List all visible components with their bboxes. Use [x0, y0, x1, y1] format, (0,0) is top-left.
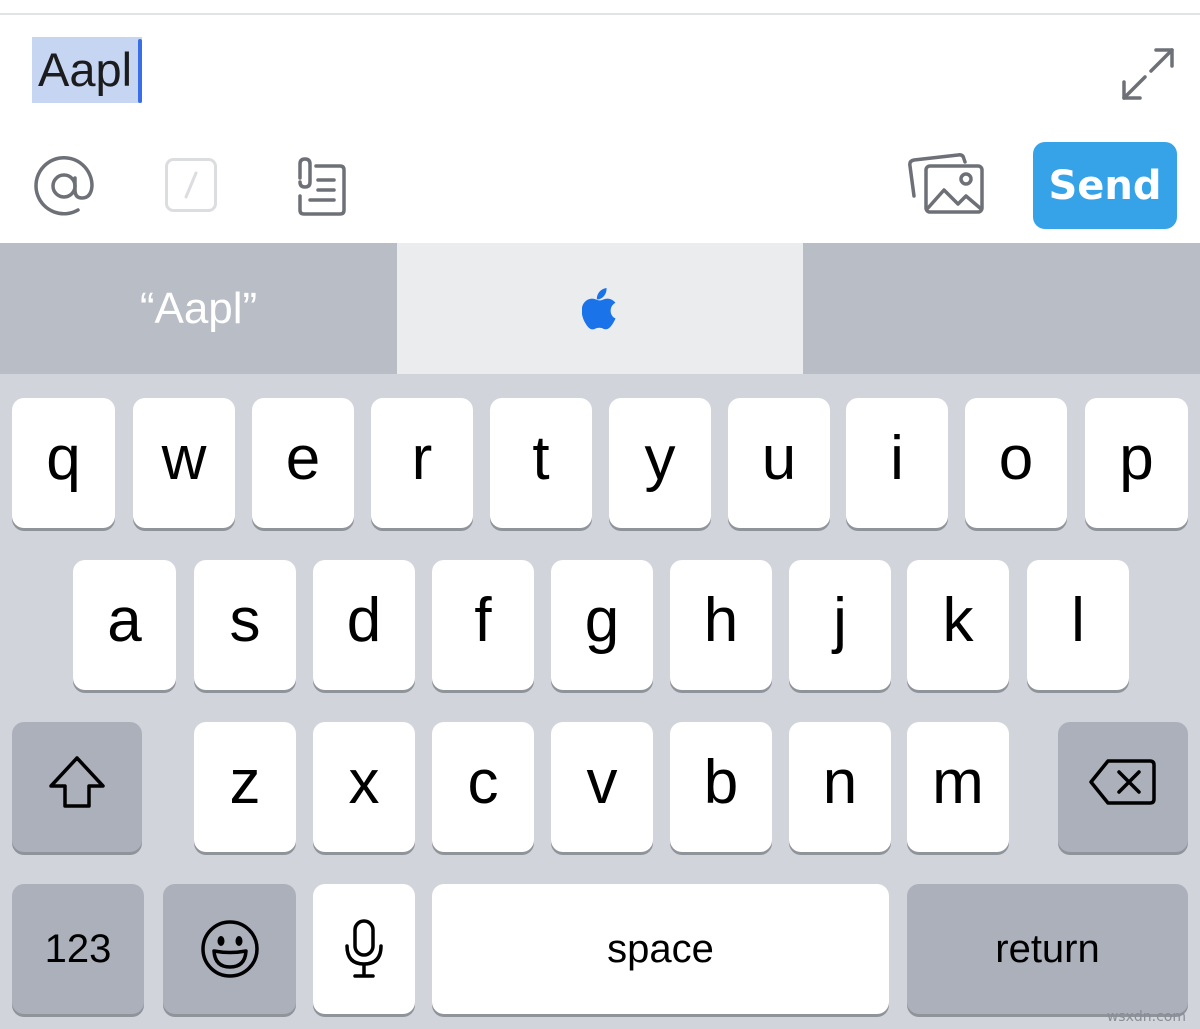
photo-icon	[908, 153, 984, 214]
key-w[interactable]: w	[133, 398, 235, 528]
attach-file-button[interactable]	[288, 156, 348, 218]
key-t[interactable]: t	[490, 398, 592, 528]
shift-key[interactable]	[12, 722, 142, 852]
shortcuts-button[interactable]	[165, 158, 217, 212]
mention-button[interactable]	[30, 152, 98, 220]
key-p[interactable]: p	[1085, 398, 1188, 528]
key-v[interactable]: v	[551, 722, 653, 852]
expand-button[interactable]	[1118, 44, 1178, 104]
key-e[interactable]: e	[252, 398, 354, 528]
dictation-key[interactable]	[313, 884, 415, 1014]
slash-icon	[165, 158, 217, 212]
key-o[interactable]: o	[965, 398, 1067, 528]
return-key[interactable]: return	[907, 884, 1188, 1014]
key-c[interactable]: c	[432, 722, 534, 852]
key-l[interactable]: l	[1027, 560, 1129, 690]
key-d[interactable]: d	[313, 560, 415, 690]
microphone-icon	[345, 919, 383, 978]
key-z[interactable]: z	[194, 722, 296, 852]
key-b[interactable]: b	[670, 722, 772, 852]
files-icon	[298, 157, 346, 216]
key-x[interactable]: x	[313, 722, 415, 852]
send-button[interactable]: Send	[1033, 142, 1177, 229]
selected-text: Aapl	[32, 37, 143, 103]
apple-logo-icon	[582, 287, 616, 329]
message-input[interactable]: Aapl	[24, 36, 150, 104]
key-k[interactable]: k	[907, 560, 1009, 690]
emoji-icon	[200, 920, 259, 978]
key-m[interactable]: m	[907, 722, 1009, 852]
key-j[interactable]: j	[789, 560, 891, 690]
key-f[interactable]: f	[432, 560, 534, 690]
backspace-icon	[1089, 759, 1156, 805]
key-u[interactable]: u	[728, 398, 830, 528]
numbers-key[interactable]: 123	[12, 884, 144, 1014]
delete-key[interactable]	[1058, 722, 1188, 852]
top-divider	[0, 13, 1200, 15]
at-icon	[34, 156, 94, 216]
key-s[interactable]: s	[194, 560, 296, 690]
key-r[interactable]: r	[371, 398, 473, 528]
shift-icon	[49, 756, 105, 808]
key-y[interactable]: y	[609, 398, 711, 528]
watermark: wsxdn.com	[1106, 1009, 1186, 1025]
key-g[interactable]: g	[551, 560, 653, 690]
photo-button[interactable]	[906, 152, 986, 218]
suggestion-empty[interactable]	[803, 243, 1200, 374]
key-n[interactable]: n	[789, 722, 891, 852]
key-i[interactable]: i	[846, 398, 948, 528]
suggestion-literal[interactable]: “Aapl”	[0, 243, 397, 374]
key-q[interactable]: q	[12, 398, 115, 528]
text-cursor	[138, 39, 143, 103]
expand-icon	[1122, 48, 1174, 100]
space-key[interactable]: space	[432, 884, 889, 1014]
emoji-key[interactable]	[163, 884, 296, 1014]
suggestion-apple-logo[interactable]	[397, 243, 803, 374]
suggestion-bar: “Aapl”	[0, 243, 1200, 374]
key-a[interactable]: a	[73, 560, 176, 690]
key-h[interactable]: h	[670, 560, 772, 690]
